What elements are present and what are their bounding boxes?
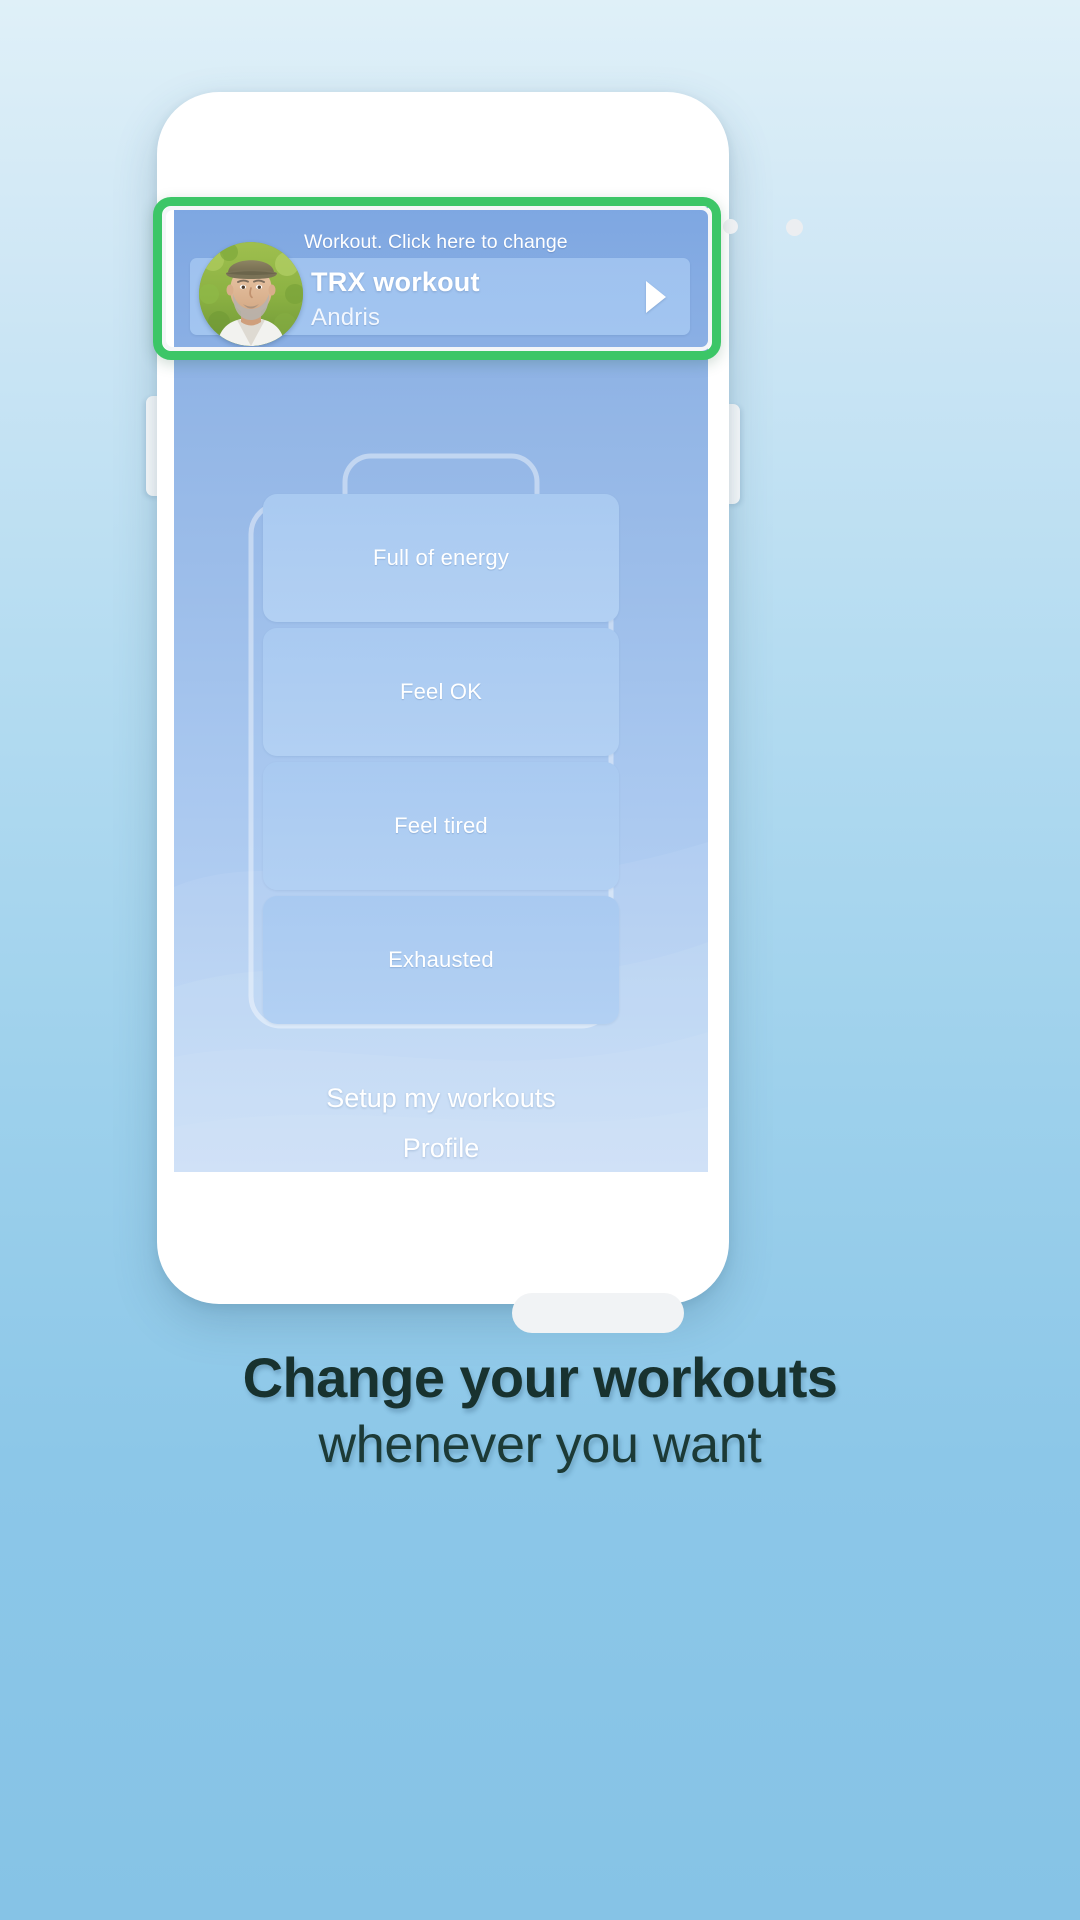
energy-option-feel-ok[interactable]: Feel OK [263, 628, 619, 756]
light-sensor-icon [723, 219, 738, 234]
caption-line-1: Change your workouts [242, 1346, 838, 1409]
link-profile[interactable]: Profile [174, 1133, 708, 1164]
energy-option-feel-tired[interactable]: Feel tired [263, 762, 619, 890]
secondary-sensor-icon [786, 219, 803, 236]
caption-line-2: whenever you want [318, 1416, 762, 1475]
selected-workout-user: Andris [311, 304, 381, 331]
home-button[interactable] [512, 1293, 684, 1333]
link-label: Setup my workouts [326, 1083, 556, 1113]
energy-option-exhausted[interactable]: Exhausted [263, 896, 619, 1024]
link-setup-my-workouts[interactable]: Setup my workouts [174, 1083, 708, 1114]
workout-selector-hint: Workout. Click here to change [304, 231, 568, 253]
energy-option-label: Feel tired [394, 813, 488, 838]
energy-options-list: Full of energy Feel OK Feel tired Exhaus… [263, 494, 619, 1030]
selected-workout-name: TRX workout [311, 267, 480, 297]
energy-option-full-of-energy[interactable]: Full of energy [263, 494, 619, 622]
energy-option-label: Exhausted [388, 947, 494, 972]
energy-option-label: Feel OK [399, 679, 483, 704]
energy-option-label: Full of energy [372, 545, 510, 570]
user-avatar[interactable] [199, 242, 303, 346]
promo-caption: Change your workouts whenever you want [0, 1346, 1080, 1475]
link-label: Profile [402, 1133, 480, 1163]
chevron-right-icon[interactable] [646, 281, 666, 313]
